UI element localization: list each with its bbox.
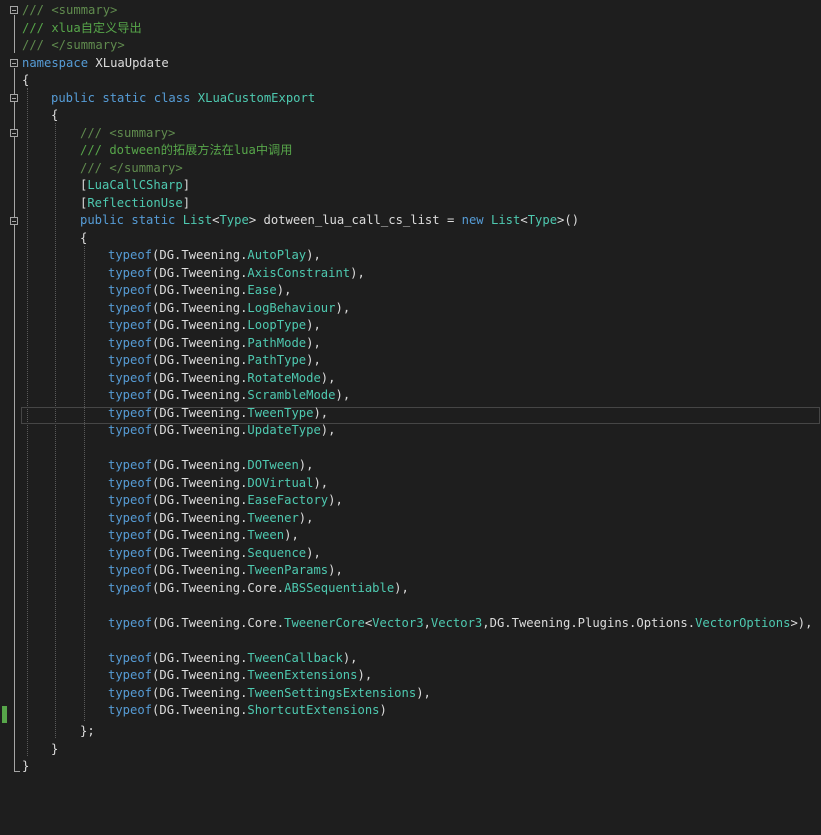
- code-line[interactable]: };: [0, 723, 821, 741]
- namespace-decl: namespace XLuaUpdate: [22, 55, 169, 70]
- code-line[interactable]: typeof(DG.Tweening.PathType),: [0, 352, 821, 370]
- code-line[interactable]: typeof(DG.Tweening.AutoPlay),: [0, 247, 821, 265]
- brace: {: [22, 73, 30, 87]
- field-name: dotween_lua_call_cs_list: [263, 213, 440, 227]
- attribute-name: LuaCallCSharp: [87, 178, 183, 192]
- typeof-entry: typeof(DG.Tweening.TweenSettingsExtensio…: [108, 685, 431, 700]
- typeof-entry: typeof(DG.Tweening.Tweener),: [108, 510, 314, 525]
- code-line[interactable]: }: [0, 758, 821, 776]
- code-line[interactable]: typeof(DG.Tweening.Tweener),: [0, 510, 821, 528]
- code-line[interactable]: [ReflectionUse]: [0, 195, 821, 213]
- code-line[interactable]: /// </summary>: [0, 37, 821, 55]
- brace: {: [80, 230, 88, 245]
- code-line[interactable]: /// dotween的拓展方法在lua中调用: [0, 142, 821, 160]
- doc-comment: /// xlua自定义导出: [22, 20, 142, 35]
- typeof-entry: typeof(DG.Tweening.ScrambleMode),: [108, 388, 351, 402]
- attribute: [ReflectionUse]: [80, 195, 191, 210]
- code-line[interactable]: typeof(DG.Tweening.TweenType),: [0, 405, 821, 423]
- typeof-entry: typeof(DG.Tweening.Ease),: [108, 283, 292, 297]
- class-name: XLuaCustomExport: [197, 90, 316, 105]
- attribute-name: ReflectionUse: [87, 195, 183, 210]
- typeof-entry: typeof(DG.Tweening.PathMode),: [108, 335, 321, 350]
- code-line[interactable]: typeof(DG.Tweening.EaseFactory),: [0, 492, 821, 510]
- typeof-entry: typeof(DG.Tweening.TweenParams),: [108, 563, 343, 577]
- typeof-entry: typeof(DG.Tweening.Sequence),: [108, 545, 321, 560]
- code-line[interactable]: {: [0, 107, 821, 125]
- typeof-entry: typeof(DG.Tweening.TweenType),: [108, 405, 329, 420]
- code-line[interactable]: typeof(DG.Tweening.TweenCallback),: [0, 650, 821, 668]
- code-line[interactable]: typeof(DG.Tweening.TweenExtensions),: [0, 667, 821, 685]
- code-line[interactable]: typeof(DG.Tweening.Tween),: [0, 527, 821, 545]
- doc-comment: /// </summary>: [80, 160, 183, 175]
- typeof-entry: typeof(DG.Tweening.RotateMode),: [108, 370, 336, 385]
- code-line[interactable]: {: [0, 230, 821, 248]
- code-line[interactable]: /// xlua自定义导出: [0, 20, 821, 38]
- typeof-entry: typeof(DG.Tweening.Core.ABSSequentiable)…: [108, 580, 409, 595]
- typeof-entry: typeof(DG.Tweening.Core.TweenerCore<Vect…: [108, 615, 813, 630]
- code-line[interactable]: typeof(DG.Tweening.ShortcutExtensions): [0, 702, 821, 720]
- typeof-entry: typeof(DG.Tweening.Tween),: [108, 528, 299, 542]
- brace: }: [22, 759, 30, 773]
- typeof-entry: typeof(DG.Tweening.LoopType),: [108, 318, 321, 332]
- code-line[interactable]: typeof(DG.Tweening.TweenSettingsExtensio…: [0, 685, 821, 703]
- code-line[interactable]: typeof(DG.Tweening.DOTween),: [0, 457, 821, 475]
- code-line[interactable]: public static List<Type> dotween_lua_cal…: [0, 212, 821, 230]
- code-line[interactable]: /// <summary>: [0, 2, 821, 20]
- doc-comment: /// </summary>: [22, 38, 125, 52]
- code-line[interactable]: public static class XLuaCustomExport: [0, 90, 821, 108]
- code-line[interactable]: typeof(DG.Tweening.LogBehaviour),: [0, 300, 821, 318]
- brace: {: [51, 108, 59, 122]
- doc-comment: /// dotween的拓展方法在lua中调用: [80, 143, 293, 157]
- code-line[interactable]: typeof(DG.Tweening.UpdateType),: [0, 422, 821, 440]
- code-line[interactable]: typeof(DG.Tweening.AxisConstraint),: [0, 265, 821, 283]
- doc-comment: /// <summary>: [80, 125, 176, 140]
- code-line[interactable]: typeof(DG.Tweening.RotateMode),: [0, 370, 821, 388]
- code-line[interactable]: typeof(DG.Tweening.Core.ABSSequentiable)…: [0, 580, 821, 598]
- typeof-entry: typeof(DG.Tweening.DOVirtual),: [108, 475, 329, 490]
- typeof-entry: typeof(DG.Tweening.DOTween),: [108, 458, 314, 472]
- code-line[interactable]: typeof(DG.Tweening.Core.TweenerCore<Vect…: [0, 615, 821, 633]
- typeof-entry: typeof(DG.Tweening.TweenExtensions),: [108, 668, 373, 682]
- code-line[interactable]: /// </summary>: [0, 160, 821, 178]
- code-line[interactable]: typeof(DG.Tweening.TweenParams),: [0, 562, 821, 580]
- code-line[interactable]: typeof(DG.Tweening.PathMode),: [0, 335, 821, 353]
- typeof-entry: typeof(DG.Tweening.LogBehaviour),: [108, 300, 351, 315]
- brace: }: [51, 741, 59, 756]
- code-line[interactable]: typeof(DG.Tweening.ScrambleMode),: [0, 387, 821, 405]
- code-line[interactable]: namespace XLuaUpdate: [0, 55, 821, 73]
- code-line[interactable]: }: [0, 741, 821, 759]
- typeof-entry: typeof(DG.Tweening.ShortcutExtensions): [108, 703, 387, 717]
- code-editor[interactable]: /// <summary> /// xlua自定义导出 /// </summar…: [0, 0, 821, 835]
- code-line[interactable]: {: [0, 72, 821, 90]
- typeof-entry: typeof(DG.Tweening.UpdateType),: [108, 423, 336, 437]
- doc-comment: /// <summary>: [22, 3, 118, 17]
- typeof-entry: typeof(DG.Tweening.PathType),: [108, 353, 321, 367]
- code-line[interactable]: /// <summary>: [0, 125, 821, 143]
- typeof-entry: typeof(DG.Tweening.TweenCallback),: [108, 650, 358, 665]
- class-decl: public static class XLuaCustomExport: [51, 90, 316, 105]
- attribute: [LuaCallCSharp]: [80, 178, 191, 192]
- typeof-entry: typeof(DG.Tweening.EaseFactory),: [108, 493, 343, 507]
- typeof-entry: typeof(DG.Tweening.AutoPlay),: [108, 248, 321, 262]
- code-line[interactable]: typeof(DG.Tweening.Ease),: [0, 282, 821, 300]
- field-decl: public static List<Type> dotween_lua_cal…: [80, 213, 580, 227]
- brace: };: [80, 724, 95, 738]
- code-line[interactable]: typeof(DG.Tweening.Sequence),: [0, 545, 821, 563]
- namespace-name: XLuaUpdate: [95, 55, 169, 70]
- code-line[interactable]: typeof(DG.Tweening.LoopType),: [0, 317, 821, 335]
- code-line[interactable]: [LuaCallCSharp]: [0, 177, 821, 195]
- code-line[interactable]: typeof(DG.Tweening.DOVirtual),: [0, 475, 821, 493]
- typeof-entry: typeof(DG.Tweening.AxisConstraint),: [108, 265, 365, 280]
